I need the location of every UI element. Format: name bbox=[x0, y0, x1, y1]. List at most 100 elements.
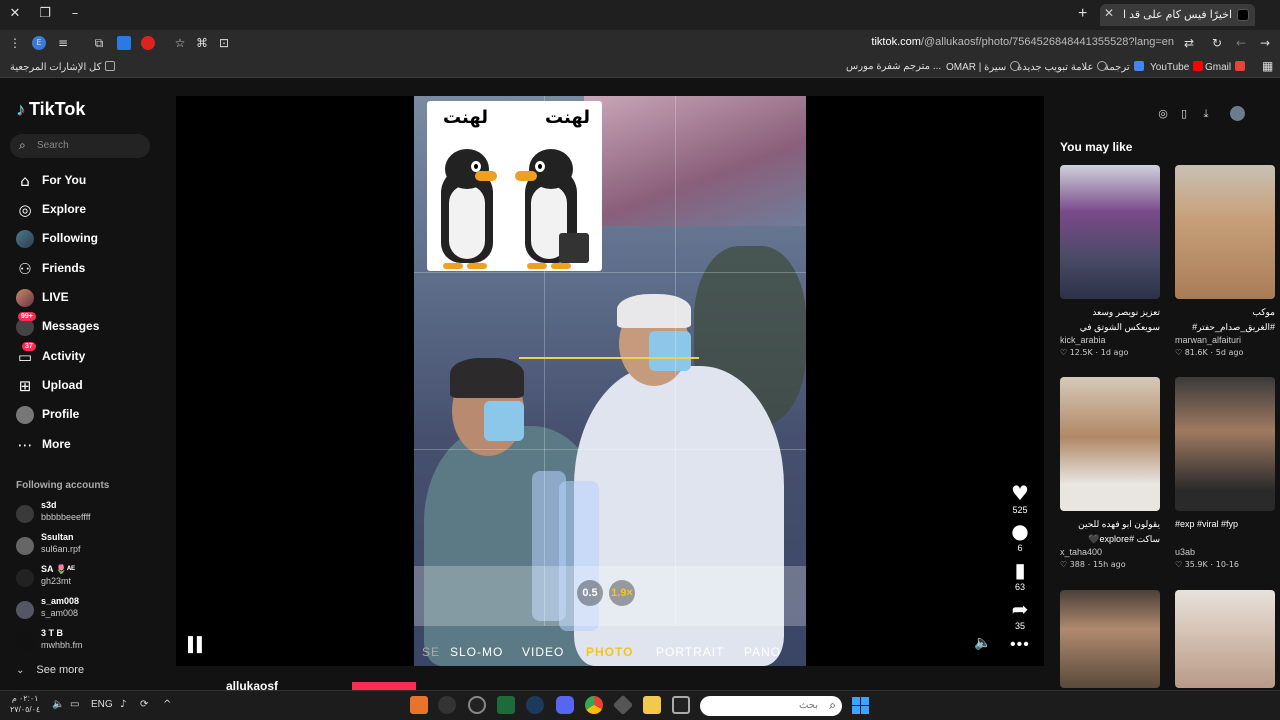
camera-grid-line bbox=[414, 272, 806, 273]
bookmark-gmail[interactable]: Gmail bbox=[1205, 61, 1246, 73]
taskbar-search[interactable]: بحث ⌕ bbox=[700, 696, 842, 716]
bookmark-new-tab[interactable]: علامة تبويب جديدة bbox=[1017, 61, 1108, 73]
nav-more[interactable]: ⋯ More bbox=[16, 434, 166, 456]
nav-messages[interactable]: 99+ Messages bbox=[16, 312, 166, 338]
bookmark-morse[interactable]: مترجم شفرة مورس ... bbox=[846, 61, 941, 72]
folder-icon bbox=[105, 61, 116, 71]
user-avatar[interactable] bbox=[1230, 106, 1245, 121]
minimize-window-icon[interactable]: – bbox=[60, 0, 90, 28]
reload-icon[interactable]: ↻ bbox=[1210, 36, 1224, 50]
nav-explore[interactable]: ◎ Explore bbox=[16, 199, 166, 221]
bookmark-star-icon[interactable]: ☆ bbox=[173, 36, 187, 50]
clock[interactable]: ٠٢:٠١ م ٢٧/٠٥/٠٤ bbox=[10, 693, 40, 715]
zoom-option-selected[interactable]: 1.9× bbox=[609, 580, 635, 606]
search-input[interactable]: ⌕ Search bbox=[10, 134, 150, 158]
like-count: 525 bbox=[1012, 505, 1028, 515]
app-icon[interactable] bbox=[612, 694, 634, 716]
browser-menu-icon[interactable]: ⋮ bbox=[8, 36, 22, 50]
mic-icon[interactable]: ♪ bbox=[120, 699, 126, 710]
bookmark-youtube[interactable]: YouTube bbox=[1150, 61, 1204, 73]
following-account[interactable]: s_am008 s_am008 bbox=[16, 596, 166, 626]
following-account[interactable]: s3d bbbbbeeeffff bbox=[16, 500, 166, 530]
bookmark-translate[interactable]: ترجمة bbox=[1104, 61, 1144, 73]
nav-following[interactable]: Following bbox=[16, 228, 166, 250]
card-user: kick_arabia bbox=[1060, 335, 1106, 345]
address-bar[interactable]: tiktok.com/@allukaosf/photo/756452684844… bbox=[700, 36, 1174, 48]
translate-icon[interactable]: ⌘ bbox=[195, 36, 209, 50]
app-icon[interactable] bbox=[438, 696, 456, 714]
see-more-button[interactable]: ⌄ See more bbox=[16, 664, 84, 676]
windows-start-icon[interactable] bbox=[852, 697, 869, 714]
browser-tab[interactable]: ✕ اخيرًا فيس كام على قد الحال bbox=[1100, 4, 1255, 26]
app-icon[interactable] bbox=[672, 696, 690, 714]
card-meta: ♡ 388 · 15h ago bbox=[1060, 559, 1126, 569]
card-caption: #exp #viral #fyp bbox=[1175, 519, 1239, 529]
tray-app-icon[interactable]: ⟳ bbox=[140, 699, 148, 710]
app-icon[interactable] bbox=[410, 696, 428, 714]
profile-extension-icon[interactable]: E bbox=[32, 36, 46, 50]
recommended-card[interactable]: #exp #viral #fyp u3ab ♡ 35.9K · 10-16 bbox=[1175, 377, 1275, 569]
apps-grid-icon[interactable]: ▦ bbox=[1262, 59, 1273, 73]
network-icon[interactable]: ▭ bbox=[70, 699, 79, 710]
card-user: u3ab bbox=[1175, 547, 1196, 557]
forward-icon[interactable]: ← bbox=[1234, 36, 1248, 50]
comment-button[interactable]: ● 6 bbox=[1008, 520, 1032, 553]
language-indicator[interactable]: ENG bbox=[91, 699, 113, 710]
coins-icon[interactable]: ◎ bbox=[1156, 107, 1170, 121]
nav-for-you[interactable]: ⌂ For You bbox=[16, 170, 166, 192]
penguin-meme: لهنت لهنت bbox=[427, 101, 602, 271]
device-icon[interactable]: ▯ bbox=[1177, 107, 1191, 121]
video-player[interactable]: لهنت لهنت 0.5 1.9× SE SLO-MO VIDEO PHOTO… bbox=[176, 96, 1044, 666]
nav-live[interactable]: LIVE bbox=[16, 287, 166, 309]
share-button[interactable]: ➦ 35 bbox=[1008, 598, 1032, 631]
card-thumbnail bbox=[1060, 377, 1160, 511]
app-icon[interactable] bbox=[468, 696, 486, 714]
zoom-option[interactable]: 0.5 bbox=[577, 580, 603, 606]
nav-upload[interactable]: ⊞ Upload bbox=[16, 375, 166, 397]
extension-blue-icon[interactable] bbox=[117, 36, 131, 50]
download-icon[interactable]: ⤓ bbox=[1199, 107, 1213, 121]
speaker-icon[interactable]: 🔈 bbox=[52, 699, 64, 710]
face-mask bbox=[649, 331, 691, 371]
more-options-icon[interactable]: ••• bbox=[1010, 636, 1030, 654]
following-account[interactable]: 3 T Bmwhbh.fm bbox=[16, 628, 166, 658]
back-icon[interactable]: → bbox=[1258, 36, 1272, 50]
recommended-card[interactable] bbox=[1175, 590, 1275, 688]
penguin-left-icon bbox=[435, 149, 497, 269]
recommended-card[interactable]: تعزيز نويصر وسعد سويعكس الشوتق في مبارات… bbox=[1060, 165, 1160, 357]
following-account[interactable]: Ssultan sul6an.rpf bbox=[16, 532, 166, 562]
avatar bbox=[16, 569, 34, 587]
chrome-icon[interactable] bbox=[585, 696, 603, 714]
close-window-icon[interactable]: ✕ bbox=[0, 0, 30, 28]
like-button[interactable]: ♥ 525 bbox=[1008, 482, 1032, 515]
bookmark-all[interactable]: كل الإشارات المرجعية bbox=[10, 61, 116, 73]
discord-icon[interactable] bbox=[556, 696, 574, 714]
restore-window-icon[interactable]: ❐ bbox=[30, 0, 60, 28]
screenshot-icon[interactable]: ⊡ bbox=[217, 36, 231, 50]
camera-grid-line bbox=[414, 449, 806, 450]
app-icon[interactable] bbox=[497, 696, 515, 714]
extensions-icon[interactable]: ⧉ bbox=[92, 36, 106, 50]
avatar bbox=[16, 633, 34, 651]
save-button[interactable]: ▮ 63 bbox=[1008, 559, 1032, 592]
photo-content[interactable]: لهنت لهنت 0.5 1.9× SE SLO-MO VIDEO PHOTO… bbox=[414, 96, 806, 666]
nav-profile[interactable]: Profile bbox=[16, 404, 166, 426]
playlist-icon[interactable]: ≡ bbox=[56, 36, 70, 50]
following-account[interactable]: SA 🌷ᴬᴱ gh23mt bbox=[16, 564, 166, 594]
site-settings-icon[interactable]: ⇄ bbox=[1182, 36, 1196, 50]
recommended-card[interactable]: موكب #الغريق_صدام_حفتر# ليبيا# #libyaLY … bbox=[1175, 165, 1275, 357]
close-tab-icon[interactable]: ✕ bbox=[1104, 6, 1114, 20]
tiktok-logo[interactable]: ♪ TikTok bbox=[16, 99, 85, 120]
steam-icon[interactable] bbox=[526, 696, 544, 714]
nav-friends[interactable]: ⚇ Friends bbox=[16, 258, 166, 280]
nav-activity[interactable]: ▭ 37 Activity bbox=[16, 342, 166, 368]
volume-icon[interactable]: 🔈 bbox=[974, 635, 991, 651]
extension-red-icon[interactable] bbox=[141, 36, 155, 50]
pause-icon[interactable]: ▌▌ bbox=[188, 636, 207, 652]
folder-icon[interactable] bbox=[643, 696, 661, 714]
bookmark-omar[interactable]: OMAR | سيرة bbox=[946, 61, 1021, 73]
chevron-up-icon[interactable]: ^ bbox=[163, 699, 171, 710]
new-tab-icon[interactable]: + bbox=[1078, 5, 1087, 23]
recommended-card[interactable]: يقولون ابو فهده للحين ساكت #explore🖤☠️اك… bbox=[1060, 377, 1160, 569]
recommended-card[interactable] bbox=[1060, 590, 1160, 688]
